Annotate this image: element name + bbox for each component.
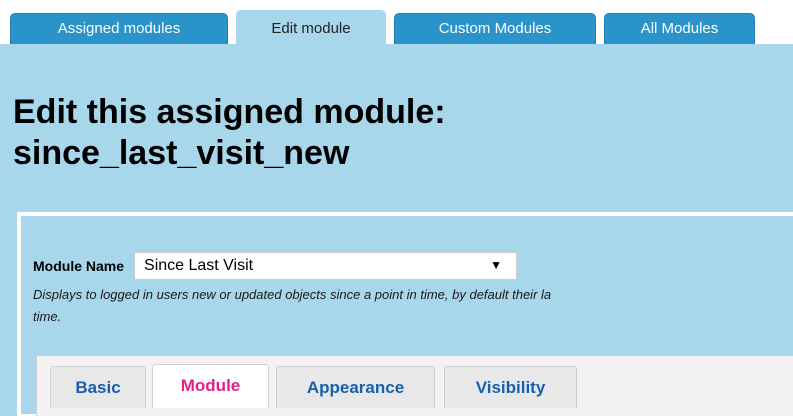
module-subtab-bar: Basic Module Appearance Visibility [36, 355, 793, 416]
module-settings-content: Module Name Since Last Visit ▼ Displays … [21, 216, 793, 416]
module-admin-page: Assigned modules Edit module Custom Modu… [0, 0, 793, 416]
subtab-appearance[interactable]: Appearance [276, 366, 435, 408]
top-tab-bar: Assigned modules Edit module Custom Modu… [0, 0, 793, 44]
edit-module-panel: Edit this assigned module: since_last_vi… [0, 44, 793, 416]
module-name-select[interactable]: Since Last Visit ▼ [134, 252, 518, 280]
module-name-label: Module Name [33, 258, 125, 274]
dropdown-arrow-icon: ▼ [490, 258, 503, 272]
subtab-basic[interactable]: Basic [50, 366, 146, 408]
tab-edit-module[interactable]: Edit module [236, 10, 386, 44]
tab-assigned-modules[interactable]: Assigned modules [10, 13, 228, 44]
subtab-module[interactable]: Module [152, 364, 269, 408]
module-name-row: Module Name Since Last Visit ▼ [33, 252, 518, 280]
module-settings-box: Module Name Since Last Visit ▼ Displays … [17, 212, 793, 416]
module-name-selected-value: Since Last Visit [144, 257, 254, 274]
subtab-visibility[interactable]: Visibility [444, 366, 577, 408]
tab-all-modules[interactable]: All Modules [604, 13, 755, 44]
page-title: Edit this assigned module: since_last_vi… [13, 93, 446, 172]
tab-custom-modules[interactable]: Custom Modules [394, 13, 596, 44]
module-description: Displays to logged in users new or updat… [33, 287, 552, 324]
